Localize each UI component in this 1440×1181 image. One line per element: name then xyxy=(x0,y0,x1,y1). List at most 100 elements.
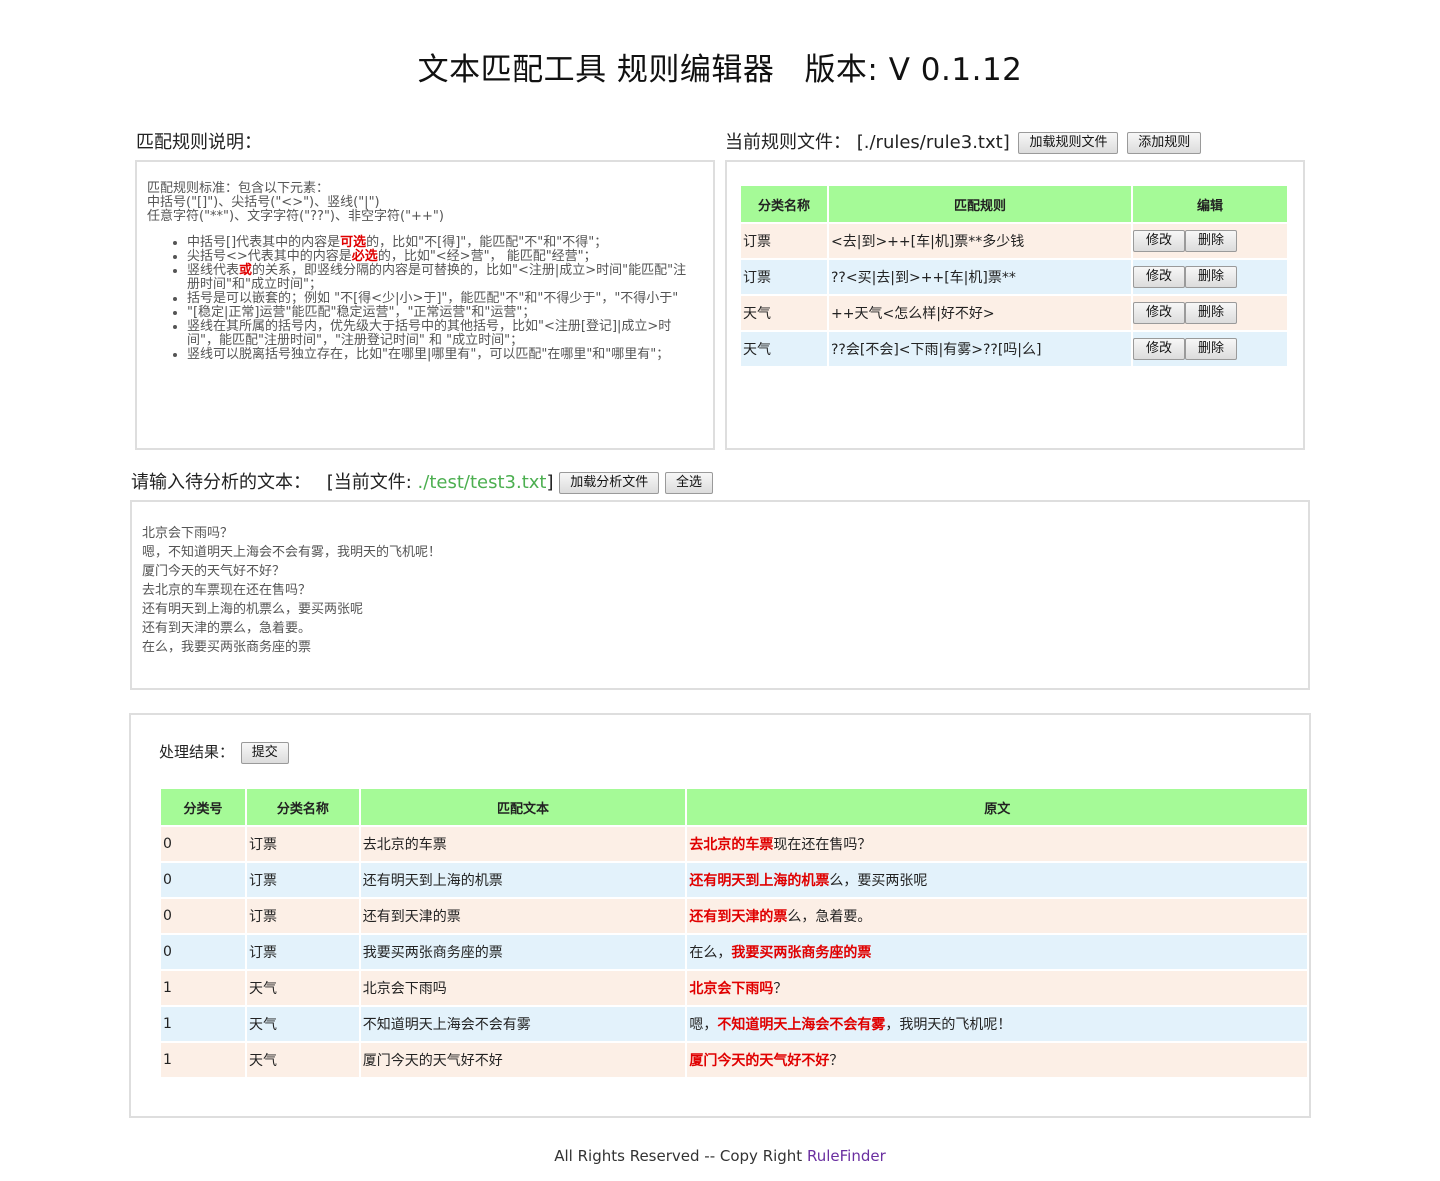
rule-pattern: ??<买|去|到>++[车|机]票** xyxy=(829,260,1131,294)
footer-text: All Rights Reserved -- Copy Right xyxy=(554,1147,807,1165)
result-source: 还有明天到上海的机票么，要买两张呢 xyxy=(687,863,1307,897)
result-row: 1 天气 不知道明天上海会不会有雾 嗯，不知道明天上海会不会有雾，我明天的飞机呢… xyxy=(161,1007,1307,1041)
result-id: 0 xyxy=(161,899,245,933)
rules-help-item: 竖线代表或的关系，即竖线分隔的内容是可替换的，比如"<注册|成立>时间"能匹配"… xyxy=(187,264,703,292)
result-match: 还有到天津的票 xyxy=(360,899,686,933)
result-row: 0 订票 我要买两张商务座的票 在么，我要买两张商务座的票 xyxy=(161,935,1307,969)
result-id: 0 xyxy=(161,935,245,969)
load-rules-button[interactable]: 加载规则文件 xyxy=(1018,132,1119,154)
result-match: 北京会下雨吗 xyxy=(360,971,686,1005)
load-analysis-file-button[interactable]: 加载分析文件 xyxy=(559,472,660,494)
rules-col-edit: 编辑 xyxy=(1133,186,1287,222)
result-category: 订票 xyxy=(246,863,359,897)
input-line: 在么，我要买两张商务座的票 xyxy=(142,640,312,655)
results-header: 处理结果： 提交 xyxy=(159,741,289,764)
rules-help-item: 尖括号<>代表其中的内容是必选的，比如"<经>营"， 能匹配"经营"； xyxy=(187,250,703,264)
version-label: 版本: V 0.1.12 xyxy=(804,52,1023,88)
rules-help-item: 竖线可以脱离括号独立存在，比如"在哪里|哪里有"，可以匹配"在哪里"和"哪里有"… xyxy=(187,348,703,362)
input-label: 请输入待分析的文本： xyxy=(131,472,311,493)
rules-file-header: 当前规则文件： [./rules/rule3.txt] 加载规则文件 添加规则 xyxy=(725,128,1202,154)
rules-help-item: 括号是可以嵌套的；例如 "不[得<少|小>于]"，能匹配"不"和"不得少于"，"… xyxy=(187,292,703,306)
input-line: 还有明天到上海的机票么，要买两张呢 xyxy=(142,602,364,617)
input-header: 请输入待分析的文本： [当前文件: ./test/test3.txt] 加载分析… xyxy=(131,468,714,494)
rule-category: 天气 xyxy=(741,296,827,330)
app-title: 文本匹配工具 规则编辑器 xyxy=(417,52,775,88)
delete-rule-button[interactable]: 删除 xyxy=(1185,338,1238,360)
rules-row: 天气 ??会[不会]<下雨|有雾>??[吗|么] 修改 删除 xyxy=(741,332,1287,366)
input-line: 嗯，不知道明天上海会不会有雾，我明天的飞机呢！ xyxy=(142,545,442,560)
rules-help-item: 竖线在其所属的括号内，优先级大于括号中的其他括号，比如"<注册[登记]|成立>时… xyxy=(187,320,703,348)
result-id: 1 xyxy=(161,1043,245,1077)
edit-rule-button[interactable]: 修改 xyxy=(1133,230,1186,252)
result-id: 1 xyxy=(161,971,245,1005)
result-match: 不知道明天上海会不会有雾 xyxy=(360,1007,686,1041)
rule-pattern: ++天气<怎么样|好不好> xyxy=(829,296,1131,330)
results-col-match: 匹配文本 xyxy=(360,789,686,825)
result-source: 北京会下雨吗？ xyxy=(687,971,1307,1005)
result-match: 我要买两张商务座的票 xyxy=(360,935,686,969)
results-label: 处理结果： xyxy=(159,743,235,761)
submit-button[interactable]: 提交 xyxy=(240,741,289,764)
result-row: 1 天气 北京会下雨吗 北京会下雨吗？ xyxy=(161,971,1307,1005)
result-category: 天气 xyxy=(246,971,359,1005)
input-line: 厦门今天的天气好不好？ xyxy=(142,564,286,579)
current-file-suffix: ] xyxy=(546,472,554,493)
edit-rule-button[interactable]: 修改 xyxy=(1133,338,1186,360)
results-col-id: 分类号 xyxy=(161,789,245,825)
results-col-category: 分类名称 xyxy=(246,789,359,825)
result-id: 0 xyxy=(161,827,245,861)
rules-col-category: 分类名称 xyxy=(741,186,827,222)
rule-category: 订票 xyxy=(741,260,827,294)
select-all-button[interactable]: 全选 xyxy=(665,472,714,494)
result-id: 0 xyxy=(161,863,245,897)
rules-help-panel: 匹配规则标准：包含以下元素： 中括号("[]")、尖括号("<>")、竖线("|… xyxy=(135,160,715,450)
result-match: 厦门今天的天气好不好 xyxy=(360,1043,686,1077)
rules-panel: 分类名称 匹配规则 编辑 订票 <去|到>++[车|机]票**多少钱 修改 删除 … xyxy=(725,160,1305,450)
rules-help-item: 中括号[]代表其中的内容是可选的，比如"不[得]"，能匹配"不"和"不得"； xyxy=(187,236,703,250)
rules-col-rule: 匹配规则 xyxy=(829,186,1131,222)
result-category: 订票 xyxy=(246,899,359,933)
rule-actions: 修改 删除 xyxy=(1133,332,1287,366)
rules-row: 天气 ++天气<怎么样|好不好> 修改 删除 xyxy=(741,296,1287,330)
input-textarea[interactable]: 北京会下雨吗？ 嗯，不知道明天上海会不会有雾，我明天的飞机呢！ 厦门今天的天气好… xyxy=(130,500,1310,690)
rules-help-label: 匹配规则说明： xyxy=(136,132,262,153)
edit-rule-button[interactable]: 修改 xyxy=(1133,302,1186,324)
rules-standard-line: 任意字符("**")、文字字符("??")、非空字符("++") xyxy=(147,209,444,224)
rules-file-label: 当前规则文件： xyxy=(725,132,851,153)
add-rule-button[interactable]: 添加规则 xyxy=(1127,132,1202,154)
rule-actions: 修改 删除 xyxy=(1133,224,1287,258)
rules-row: 订票 <去|到>++[车|机]票**多少钱 修改 删除 xyxy=(741,224,1287,258)
rule-category: 订票 xyxy=(741,224,827,258)
rule-pattern: <去|到>++[车|机]票**多少钱 xyxy=(829,224,1131,258)
result-row: 1 天气 厦门今天的天气好不好 厦门今天的天气好不好？ xyxy=(161,1043,1307,1077)
rules-help-list: 中括号[]代表其中的内容是可选的，比如"不[得]"，能匹配"不"和"不得"； 尖… xyxy=(147,236,703,362)
footer-brand-link[interactable]: RuleFinder xyxy=(807,1147,886,1165)
result-row: 0 订票 还有明天到上海的机票 还有明天到上海的机票么，要买两张呢 xyxy=(161,863,1307,897)
input-line: 北京会下雨吗？ xyxy=(142,526,234,541)
rule-category: 天气 xyxy=(741,332,827,366)
result-category: 订票 xyxy=(246,827,359,861)
result-source: 在么，我要买两张商务座的票 xyxy=(687,935,1307,969)
page-title: 文本匹配工具 规则编辑器 版本: V 0.1.12 xyxy=(0,44,1440,89)
result-category: 订票 xyxy=(246,935,359,969)
delete-rule-button[interactable]: 删除 xyxy=(1185,302,1238,324)
rule-actions: 修改 删除 xyxy=(1133,260,1287,294)
rules-file-path: [./rules/rule3.txt] xyxy=(856,132,1010,153)
result-match: 还有明天到上海的机票 xyxy=(360,863,686,897)
result-source: 还有到天津的票么，急着要。 xyxy=(687,899,1307,933)
rules-standard-line: 中括号("[]")、尖括号("<>")、竖线("|") xyxy=(147,195,380,210)
delete-rule-button[interactable]: 删除 xyxy=(1185,266,1238,288)
footer: All Rights Reserved -- Copy Right RuleFi… xyxy=(0,1147,1440,1165)
edit-rule-button[interactable]: 修改 xyxy=(1133,266,1186,288)
results-table: 分类号 分类名称 匹配文本 原文 0 订票 去北京的车票 去北京的车票现在还在售… xyxy=(159,787,1309,1079)
input-line: 去北京的车票现在还在售吗？ xyxy=(142,583,312,598)
results-panel: 处理结果： 提交 分类号 分类名称 匹配文本 原文 0 订票 去北京的车票 去北… xyxy=(129,713,1311,1118)
rules-help-item: "[稳定|正常]运营"能匹配"稳定运营"，"正常运营"和"运营"； xyxy=(187,306,703,320)
rule-pattern: ??会[不会]<下雨|有雾>??[吗|么] xyxy=(829,332,1131,366)
current-file-prefix: [当前文件: xyxy=(326,472,418,493)
delete-rule-button[interactable]: 删除 xyxy=(1185,230,1238,252)
result-row: 0 订票 还有到天津的票 还有到天津的票么，急着要。 xyxy=(161,899,1307,933)
result-source: 去北京的车票现在还在售吗？ xyxy=(687,827,1307,861)
results-col-source: 原文 xyxy=(687,789,1307,825)
result-source: 厦门今天的天气好不好？ xyxy=(687,1043,1307,1077)
